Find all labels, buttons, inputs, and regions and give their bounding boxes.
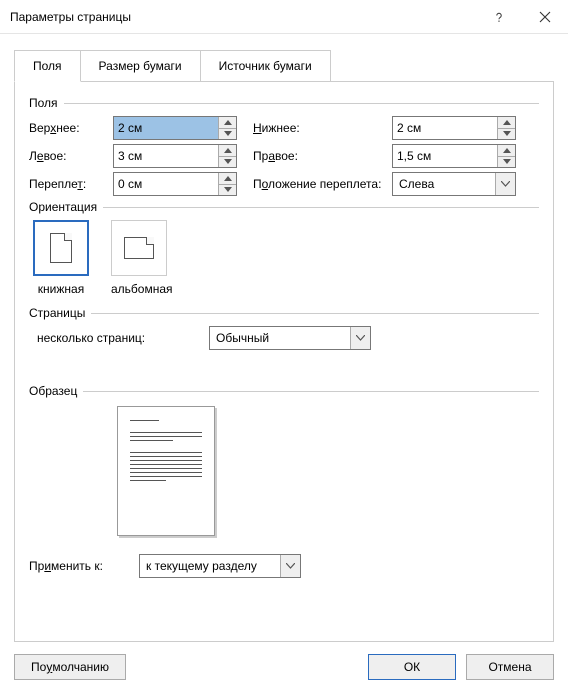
orientation-portrait-label: книжная <box>33 282 89 296</box>
ok-button[interactable]: ОК <box>368 654 456 680</box>
tab-panel: Поля Верхнее: Нижнее: Левое: Правое: <box>14 81 554 642</box>
group-fields: Поля <box>29 96 539 110</box>
orientation-landscape-label: альбомная <box>111 282 173 296</box>
close-icon[interactable] <box>522 0 568 34</box>
label-apply: Применить к: <box>29 559 139 573</box>
apply-to-value: к текущему разделу <box>140 555 280 577</box>
orientation-landscape[interactable]: альбомная <box>111 220 173 296</box>
margin-left-input[interactable] <box>113 144 237 168</box>
label-bottom: Нижнее: <box>237 121 392 135</box>
group-preview: Образец <box>29 384 539 398</box>
chevron-down-icon[interactable] <box>495 173 515 195</box>
spin-down-icon[interactable] <box>498 157 515 168</box>
spin-up-icon[interactable] <box>219 117 236 129</box>
gutter-input[interactable] <box>113 172 237 196</box>
label-gutter-pos: Положение переплета: <box>237 177 392 191</box>
spin-up-icon[interactable] <box>219 145 236 157</box>
margin-bottom-field[interactable] <box>393 117 497 139</box>
label-top: Верхнее: <box>29 121 113 135</box>
default-button[interactable]: По умолчанию <box>14 654 126 680</box>
tab-paper[interactable]: Размер бумаги <box>80 50 201 82</box>
multi-pages-value: Обычный <box>210 327 350 349</box>
tabstrip: Поля Размер бумаги Источник бумаги <box>14 50 554 82</box>
orientation-portrait[interactable]: книжная <box>33 220 89 296</box>
button-bar: По умолчанию ОК Отмена <box>14 642 554 680</box>
label-left: Левое: <box>29 149 113 163</box>
gutter-pos-combo[interactable]: Слева <box>392 172 516 196</box>
spin-up-icon[interactable] <box>498 145 515 157</box>
spin-down-icon[interactable] <box>219 185 236 196</box>
margin-right-field[interactable] <box>393 145 497 167</box>
spin-up-icon[interactable] <box>219 173 236 185</box>
margin-bottom-input[interactable] <box>392 116 516 140</box>
gutter-pos-value: Слева <box>393 173 495 195</box>
margin-top-input[interactable] <box>113 116 237 140</box>
titlebar: Параметры страницы <box>0 0 568 34</box>
spin-down-icon[interactable] <box>498 129 515 140</box>
tab-source[interactable]: Источник бумаги <box>200 50 331 82</box>
cancel-button[interactable]: Отмена <box>466 654 554 680</box>
label-gutter: Переплет: <box>29 177 113 191</box>
chevron-down-icon[interactable] <box>280 555 300 577</box>
chevron-down-icon[interactable] <box>350 327 370 349</box>
dialog-title: Параметры страницы <box>10 10 476 24</box>
portrait-icon <box>33 220 89 276</box>
multi-pages-combo[interactable]: Обычный <box>209 326 371 350</box>
group-orientation: Ориентация <box>29 200 539 214</box>
spin-down-icon[interactable] <box>219 129 236 140</box>
margin-right-input[interactable] <box>392 144 516 168</box>
margin-top-field[interactable] <box>114 117 218 139</box>
spin-up-icon[interactable] <box>498 117 515 129</box>
tab-fields[interactable]: Поля <box>14 50 81 82</box>
label-multi-pages: несколько страниц: <box>29 331 209 345</box>
gutter-field[interactable] <box>114 173 218 195</box>
apply-to-combo[interactable]: к текущему разделу <box>139 554 301 578</box>
spin-down-icon[interactable] <box>219 157 236 168</box>
help-icon[interactable] <box>476 0 522 34</box>
group-pages: Страницы <box>29 306 539 320</box>
margin-left-field[interactable] <box>114 145 218 167</box>
label-right: Правое: <box>237 149 392 163</box>
landscape-icon <box>111 220 167 276</box>
page-preview <box>117 406 215 536</box>
